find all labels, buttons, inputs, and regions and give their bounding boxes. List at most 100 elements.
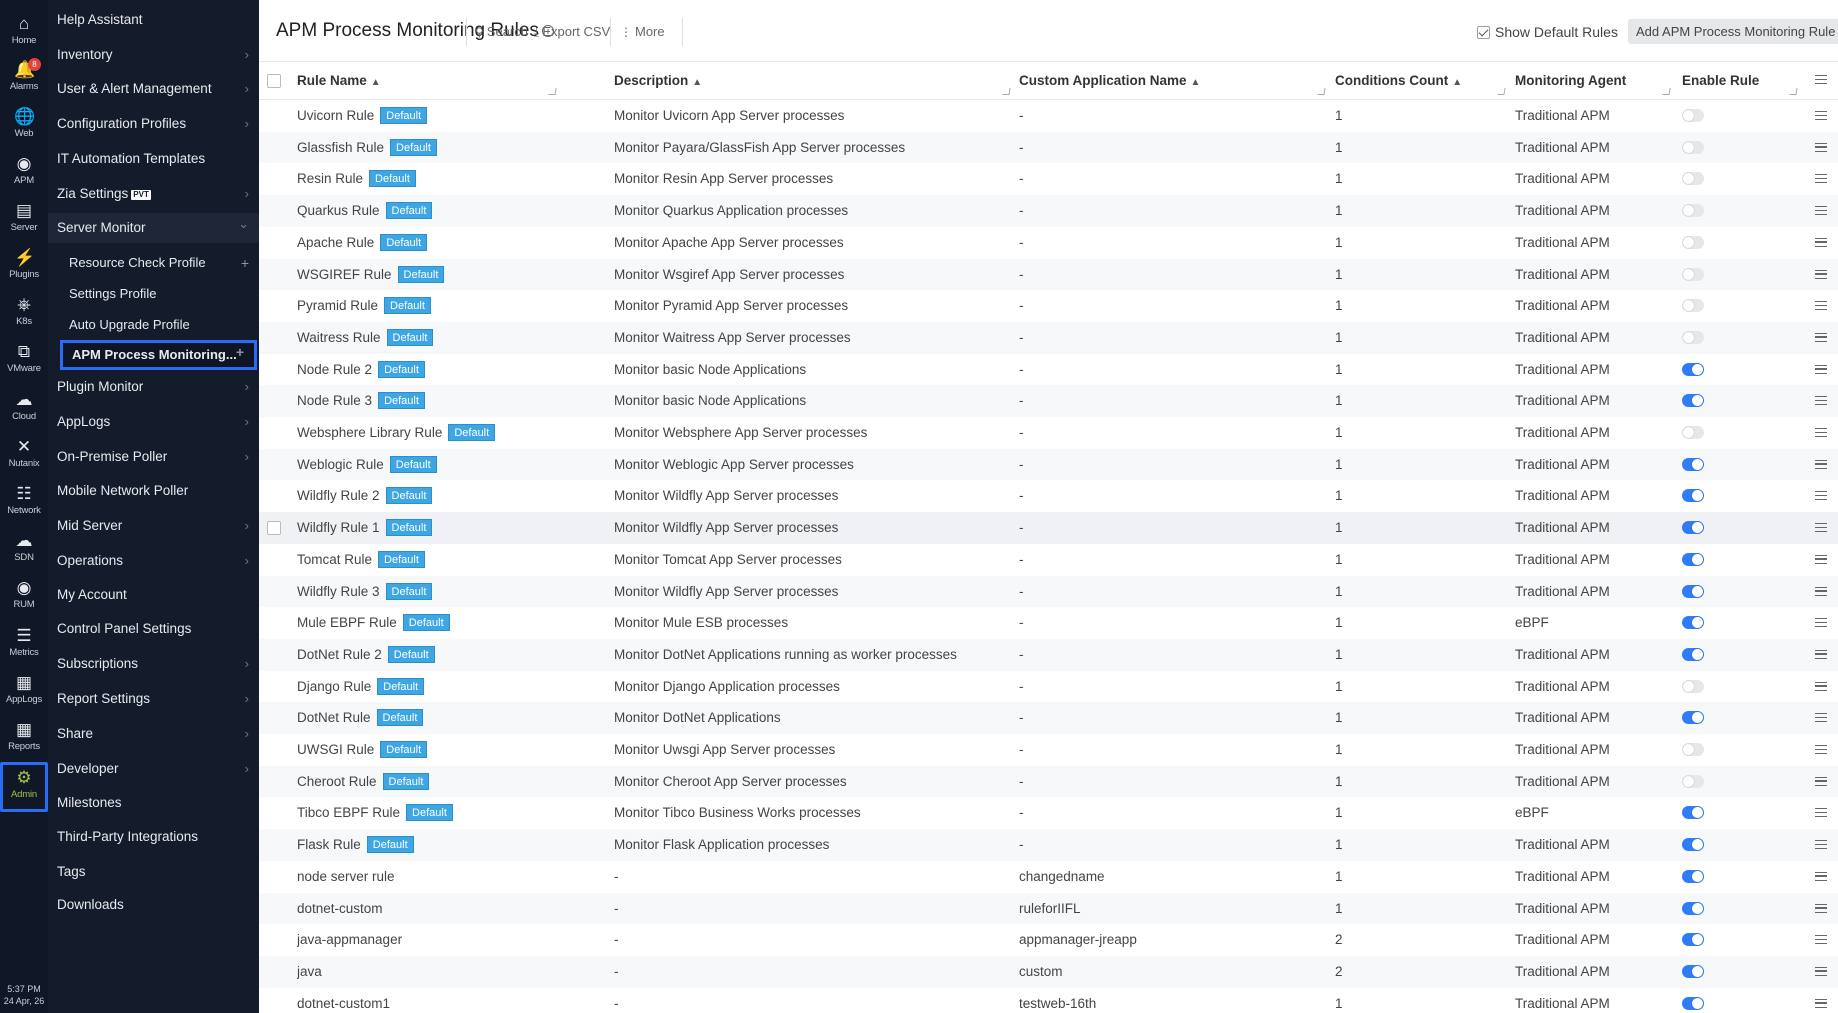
row-menu-icon[interactable] xyxy=(1815,523,1827,533)
rule-name[interactable]: node server rule xyxy=(297,869,395,884)
show-default-checkbox[interactable] xyxy=(1477,26,1490,39)
enable-rule-toggle[interactable] xyxy=(1682,330,1704,344)
menu-item-server-monitor[interactable]: Server Monitor ⌄ xyxy=(48,213,259,243)
rule-name-cell[interactable]: Glassfish Rule Default xyxy=(297,132,607,164)
export-csv-button[interactable]: ⤓ Export CSV xyxy=(534,24,610,40)
rule-name-cell[interactable]: Tibco EBPF Rule Default xyxy=(297,797,607,829)
menu-item-it-automation-templates[interactable]: IT Automation Templates xyxy=(48,144,259,174)
row-menu-icon[interactable] xyxy=(1815,871,1827,881)
row-menu-icon[interactable] xyxy=(1815,237,1827,247)
enable-rule-toggle[interactable] xyxy=(1682,838,1704,852)
rule-name-cell[interactable]: Websphere Library Rule Default xyxy=(297,417,607,449)
rule-name[interactable]: Node Rule 2 xyxy=(297,362,372,377)
column-resize-handle[interactable] xyxy=(1002,88,1011,95)
enable-rule-toggle[interactable] xyxy=(1682,743,1704,756)
table-row[interactable]: WSGIREF Rule Default Monitor Wsgiref App S… xyxy=(259,258,1838,291)
rule-name[interactable]: Wildfly Rule 3 xyxy=(297,584,380,599)
rule-name[interactable]: java xyxy=(297,964,322,979)
rule-name[interactable]: Glassfish Rule xyxy=(297,140,384,155)
select-all-checkbox[interactable] xyxy=(267,74,281,88)
menu-item-developer[interactable]: Developer › xyxy=(48,754,259,784)
column-resize-handle[interactable] xyxy=(548,88,557,95)
menu-item-apm-process-monitoring[interactable]: APM Process Monitoring... + xyxy=(60,340,257,370)
enable-rule-toggle[interactable] xyxy=(1682,869,1704,883)
rule-name[interactable]: DotNet Rule 2 xyxy=(297,647,382,662)
column-description[interactable]: Description ▲︎ xyxy=(614,62,702,100)
enable-rule-toggle[interactable] xyxy=(1682,235,1704,249)
show-default-rules-toggle[interactable]: Show Default Rules xyxy=(1477,24,1618,40)
rule-name-cell[interactable]: Node Rule 3 Default xyxy=(297,385,607,417)
enable-rule-toggle[interactable] xyxy=(1682,267,1704,281)
row-menu-icon[interactable] xyxy=(1815,206,1827,216)
enable-rule-toggle[interactable] xyxy=(1682,711,1704,725)
rule-name-cell[interactable]: Django Rule Default xyxy=(297,671,607,703)
enable-rule-toggle[interactable] xyxy=(1682,933,1704,947)
table-row[interactable]: Flask Rule Default Monitor Flask Applicati… xyxy=(259,829,1838,861)
rule-name-cell[interactable]: java xyxy=(297,956,607,988)
rule-name[interactable]: Websphere Library Rule xyxy=(297,425,442,440)
rail-item-alarms[interactable]: 🔔 Alarms 8 xyxy=(0,54,48,100)
table-row[interactable]: Cheroot Rule Default Monitor Cheroot App S… xyxy=(259,765,1838,798)
rule-name[interactable]: Uvicorn Rule xyxy=(297,108,374,123)
table-row[interactable]: Wildfly Rule 1 Default Monitor Wildfly App… xyxy=(259,512,1838,544)
table-row[interactable]: Wildfly Rule 3 Default Monitor Wildfly App… xyxy=(259,575,1838,608)
rule-name-cell[interactable]: Wildfly Rule 1 Default xyxy=(297,512,607,544)
enable-rule-toggle[interactable] xyxy=(1682,426,1704,439)
rail-item-nutanix[interactable]: ✕ Nutanix xyxy=(0,431,48,477)
add-rule-button[interactable]: Add APM Process Monitoring Rule xyxy=(1628,19,1838,44)
rule-name[interactable]: Weblogic Rule xyxy=(297,457,384,472)
menu-item-inventory[interactable]: Inventory › xyxy=(48,40,259,70)
row-menu-icon[interactable] xyxy=(1815,966,1827,976)
rule-name[interactable]: Wildfly Rule 2 xyxy=(297,488,380,503)
table-row[interactable]: Apache Rule Default Monitor Apache App Ser… xyxy=(259,227,1838,259)
row-menu-icon[interactable] xyxy=(1815,554,1827,564)
row-menu-icon[interactable] xyxy=(1815,111,1827,120)
enable-rule-toggle[interactable] xyxy=(1682,299,1704,313)
enable-rule-toggle[interactable] xyxy=(1682,647,1704,661)
menu-item-milestones[interactable]: Milestones xyxy=(48,788,259,818)
row-menu-icon[interactable] xyxy=(1815,491,1827,501)
row-menu-icon[interactable] xyxy=(1815,745,1827,754)
rail-item-server[interactable]: ▤ Server xyxy=(0,195,48,241)
rule-name[interactable]: Django Rule xyxy=(297,679,371,694)
table-row[interactable]: java - custom 2 Traditional APM xyxy=(259,955,1838,988)
menu-item-auto-upgrade-profile[interactable]: Auto Upgrade Profile xyxy=(48,310,259,340)
row-menu-icon[interactable] xyxy=(1815,396,1827,406)
table-row[interactable]: node server rule - changedname 1 Traditional… xyxy=(259,861,1838,893)
table-row[interactable]: DotNet Rule Default Monitor DotNet Applica… xyxy=(259,702,1838,734)
rail-item-plugins[interactable]: ⚡ Plugins xyxy=(0,242,48,288)
menu-item-plugin-monitor[interactable]: Plugin Monitor › xyxy=(48,372,259,402)
enable-rule-toggle[interactable] xyxy=(1682,616,1704,630)
column-monitoring-agent[interactable]: Monitoring Agent xyxy=(1515,62,1626,100)
enable-rule-toggle[interactable] xyxy=(1682,679,1704,693)
rule-name[interactable]: dotnet-custom xyxy=(297,901,383,916)
table-row[interactable]: Glassfish Rule Default Monitor Payara/Glas… xyxy=(259,131,1838,164)
search-button[interactable]: ⚲ Search xyxy=(475,24,528,39)
rule-name-cell[interactable]: DotNet Rule 2 Default xyxy=(297,639,607,671)
table-row[interactable]: Pyramid Rule Default Monitor Pyramid App S… xyxy=(259,290,1838,322)
enable-rule-toggle[interactable] xyxy=(1682,109,1704,122)
rail-item-k8s[interactable]: ⎈ K8s xyxy=(0,289,48,335)
row-menu-icon[interactable] xyxy=(1815,301,1827,311)
rule-name[interactable]: java-appmanager xyxy=(297,932,402,947)
column-resize-handle[interactable] xyxy=(1662,88,1671,95)
rule-name[interactable]: DotNet Rule xyxy=(297,710,371,725)
rule-name-cell[interactable]: Mule EBPF Rule Default xyxy=(297,607,607,639)
row-menu-icon[interactable] xyxy=(1815,174,1827,184)
column-resize-handle[interactable] xyxy=(1317,88,1326,95)
rail-item-rum[interactable]: ◉ RUM xyxy=(0,572,48,618)
enable-rule-toggle[interactable] xyxy=(1682,489,1704,503)
row-menu-icon[interactable] xyxy=(1815,142,1827,152)
column-conditions-count[interactable]: Conditions Count ▲︎ xyxy=(1335,62,1462,100)
table-row[interactable]: Weblogic Rule Default Monitor Weblogic App… xyxy=(259,448,1838,481)
table-row[interactable]: Waitress Rule Default Monitor Waitress App… xyxy=(259,321,1838,354)
table-row[interactable]: UWSGI Rule Default Monitor Uwsgi App Serve… xyxy=(259,734,1838,766)
column-resize-handle[interactable] xyxy=(1789,88,1798,95)
rule-name[interactable]: Flask Rule xyxy=(297,837,361,852)
table-row[interactable]: Tomcat Rule Default Monitor Tomcat App Ser… xyxy=(259,544,1838,576)
more-button[interactable]: ⋮ More xyxy=(620,24,665,39)
enable-rule-toggle[interactable] xyxy=(1682,204,1704,218)
enable-rule-toggle[interactable] xyxy=(1682,394,1704,408)
menu-item-mid-server[interactable]: Mid Server › xyxy=(48,511,259,541)
rule-name-cell[interactable]: DotNet Rule Default xyxy=(297,702,607,734)
